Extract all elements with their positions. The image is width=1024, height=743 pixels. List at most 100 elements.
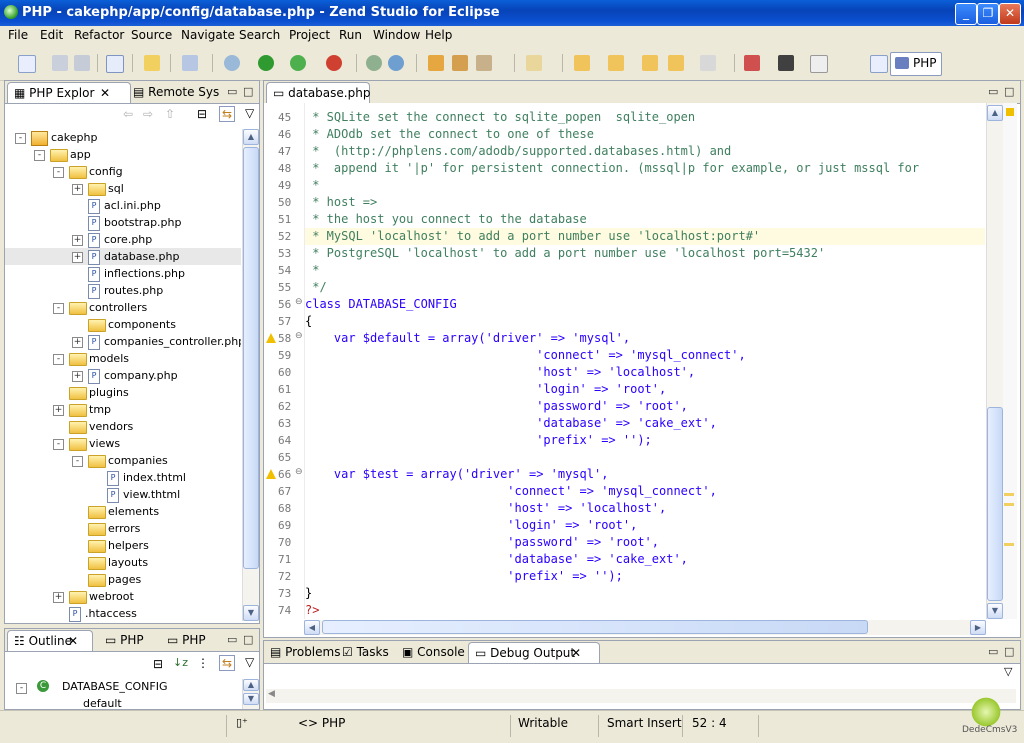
fast-view-icon[interactable]: ▯⁺ [236, 716, 248, 729]
tree-item[interactable]: - cakephp [5, 129, 241, 146]
tools-icon[interactable] [476, 55, 492, 71]
tab-database-php[interactable]: ▭ database.php [266, 82, 370, 103]
scroll-down-icon[interactable]: ▼ [243, 693, 259, 705]
forward-icon[interactable]: ⇨ [143, 107, 153, 121]
globe-icon[interactable] [388, 55, 404, 71]
view-menu-icon[interactable]: ▽ [1004, 665, 1012, 678]
tree-item[interactable]: Pindex.thtml [5, 469, 241, 486]
minimize-view-icon[interactable]: ▭ [988, 645, 998, 658]
next-annotation-icon[interactable] [574, 55, 590, 71]
package-icon[interactable] [452, 55, 468, 71]
new-php-file-icon[interactable] [106, 55, 124, 73]
tree-item[interactable]: layouts [5, 554, 241, 571]
sort-icon[interactable]: ↓z [173, 656, 188, 669]
prev-annotation-icon[interactable] [608, 55, 624, 71]
collapse-toggle-icon[interactable]: - [15, 133, 26, 144]
tree-item[interactable]: P .htaccess [5, 605, 241, 622]
tree-item[interactable]: - config [5, 163, 241, 180]
tree-item[interactable]: + Pcompanies_controller.php [5, 333, 241, 350]
menu-window[interactable]: Window [373, 28, 420, 42]
warning-marker[interactable] [1004, 493, 1014, 496]
close-icon[interactable]: ✕ [68, 631, 78, 651]
expand-toggle-icon[interactable]: + [72, 337, 83, 348]
hscroll-thumb[interactable] [322, 620, 868, 634]
outline-item-class[interactable]: DATABASE_CONFIG [62, 680, 168, 693]
warning-marker[interactable] [1004, 503, 1014, 506]
tree-item[interactable]: - app [5, 146, 241, 163]
tree-item[interactable]: helpers [5, 537, 241, 554]
collapse-toggle-icon[interactable]: - [53, 439, 64, 450]
last-edit-icon[interactable] [642, 55, 658, 71]
scroll-thumb[interactable] [987, 407, 1003, 601]
tab-php-2[interactable]: ▭ PHP [167, 630, 206, 650]
collapse-toggle-icon[interactable]: - [53, 354, 64, 365]
output-hscrollbar[interactable]: ◀ [266, 689, 1016, 703]
expand-toggle-icon[interactable]: + [53, 592, 64, 603]
open-folder-icon[interactable] [428, 55, 444, 71]
php-perspective-button[interactable]: PHP [890, 52, 942, 76]
run-icon[interactable] [258, 55, 274, 71]
link-with-editor-icon[interactable]: ⇆ [219, 106, 236, 122]
menu-run[interactable]: Run [339, 28, 362, 42]
tree-item[interactable]: + Pcompany.php [5, 367, 241, 384]
minimize-view-icon[interactable]: ▭ [227, 85, 237, 98]
tab-tasks[interactable]: ☑ Tasks [342, 642, 389, 662]
tree-item[interactable]: plugins [5, 384, 241, 401]
expand-toggle-icon[interactable]: + [72, 371, 83, 382]
minimize-view-icon[interactable]: ▭ [227, 633, 237, 646]
tab-outline[interactable]: ☷ Outline ✕ [7, 630, 93, 651]
minimize-editor-icon[interactable]: ▭ [988, 85, 998, 98]
scroll-up-icon[interactable]: ▲ [987, 105, 1003, 121]
tree-item[interactable]: + webroot [5, 588, 241, 605]
tree-item[interactable]: + tmp [5, 401, 241, 418]
outline-item-default[interactable]: default [83, 697, 122, 709]
filter-icon[interactable]: ⋮ [197, 656, 209, 670]
expand-toggle-icon[interactable]: + [53, 405, 64, 416]
tab-problems[interactable]: ▤ Problems [270, 642, 340, 662]
scroll-thumb[interactable] [243, 147, 259, 569]
back-icon[interactable] [668, 55, 684, 71]
menu-edit[interactable]: Edit [40, 28, 63, 42]
tree-item[interactable]: + Pdatabase.php [5, 248, 241, 265]
tree-item[interactable]: Pview.thtml [5, 486, 241, 503]
back-icon[interactable]: ⇦ [123, 107, 133, 121]
run-external-icon[interactable] [290, 55, 306, 71]
tree-item[interactable]: Pacl.ini.php [5, 197, 241, 214]
menu-search[interactable]: Search [239, 28, 280, 42]
tab-php-1[interactable]: ▭ PHP [105, 630, 144, 650]
clipboard-icon[interactable] [526, 55, 542, 71]
collapse-toggle-icon[interactable]: - [72, 456, 83, 467]
editor-hscrollbar[interactable]: ◀ ▶ [304, 620, 986, 635]
fold-toggle-icon[interactable]: ⊖ [295, 297, 303, 307]
tree-item[interactable]: pages [5, 571, 241, 588]
tree-item[interactable]: Pbootstrap.php [5, 214, 241, 231]
tree-item[interactable]: + sql [5, 180, 241, 197]
view-menu-icon[interactable]: ▽ [245, 106, 254, 120]
view-menu-icon[interactable]: ▽ [245, 655, 254, 669]
print-icon[interactable] [74, 55, 90, 71]
expand-toggle-icon[interactable]: + [72, 252, 83, 263]
menu-source[interactable]: Source [131, 28, 172, 42]
minimize-button[interactable]: _ [955, 3, 977, 25]
open-type-icon[interactable] [144, 55, 160, 71]
tab-remote-systems[interactable]: ▤ Remote Sys [133, 82, 219, 102]
tab-debug-output[interactable]: ▭ Debug Output ✕ [468, 642, 600, 663]
search-icon[interactable] [182, 55, 198, 71]
fold-toggle-icon[interactable]: ⊖ [295, 467, 303, 477]
scroll-down-icon[interactable]: ▼ [243, 605, 259, 621]
editor-vscrollbar[interactable]: ▲ ▼ [986, 103, 1003, 619]
scroll-down-icon[interactable]: ▼ [987, 603, 1003, 619]
collapse-all-icon[interactable]: ⊟ [153, 657, 163, 671]
forward-icon[interactable] [700, 55, 716, 71]
collapse-all-icon[interactable]: ⊟ [197, 107, 207, 121]
pin-icon[interactable] [744, 55, 760, 71]
tree-item[interactable]: - controllers [5, 299, 241, 316]
tree-item[interactable]: errors [5, 520, 241, 537]
open-perspective-icon[interactable] [870, 55, 888, 73]
fold-toggle-icon[interactable]: ⊖ [295, 331, 303, 341]
up-icon[interactable]: ⇧ [165, 107, 175, 121]
debug-icon[interactable] [224, 55, 240, 71]
scroll-up-icon[interactable]: ▲ [243, 129, 259, 145]
maximize-view-icon[interactable]: □ [1004, 645, 1014, 658]
tree-item[interactable]: vendors [5, 418, 241, 435]
